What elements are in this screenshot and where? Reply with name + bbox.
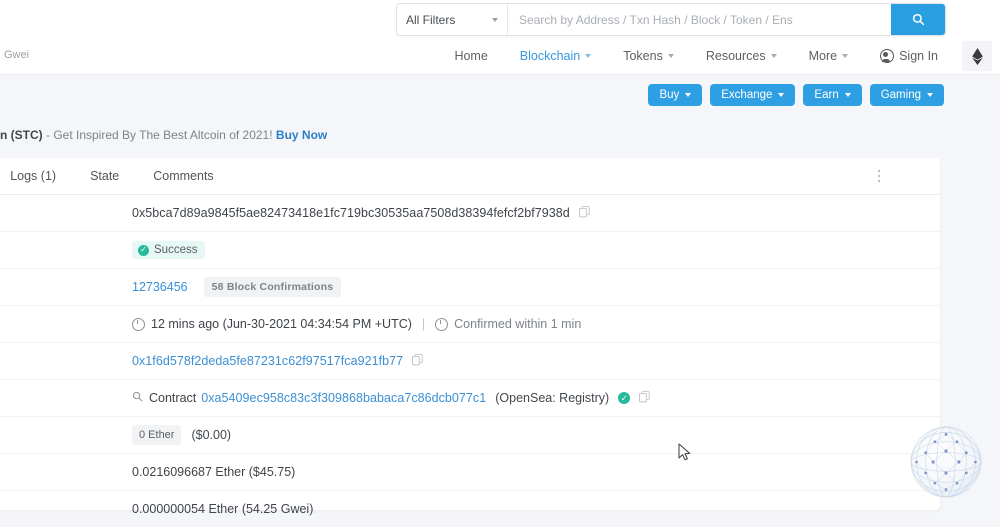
chevron-down-icon [842,54,848,58]
nav-item-sign-in[interactable]: Sign In [864,49,954,63]
from-address-link[interactable]: 0x1f6d578f2deda5fe87231c62f97517fca921fb… [132,354,403,368]
banner-buy-now-link[interactable]: Buy Now [276,128,327,142]
copy-icon[interactable] [579,206,590,221]
chevron-down-icon [668,54,674,58]
row-from: 0x1f6d578f2deda5fe87231c62f97517fca921fb… [0,343,940,380]
ethereum-logo-icon [972,48,983,65]
clock-icon [435,318,448,331]
gaming-label: Gaming [881,89,921,101]
status-label: Success [154,244,197,256]
transaction-details-card: ns Logs (1) State Comments 0x5bca7d89a98… [0,158,940,510]
tab-comments[interactable]: Comments [136,158,230,194]
status-badge: ✓ Success [132,241,205,259]
copy-icon[interactable] [639,391,650,406]
ethereum-logo-button[interactable] [962,41,992,71]
nav-item-resources[interactable]: Resources [690,49,793,63]
gaming-button[interactable]: Gaming [870,84,944,106]
block-number-link[interactable]: 12736456 [132,280,188,294]
gwei-price-label: Gwei [4,49,29,61]
more-options-icon[interactable] [870,166,888,186]
value-usd: ($0.00) [191,428,231,442]
banner-text: - Get Inspired By The Best Altcoin of 20… [43,128,273,142]
nav-label: Sign In [899,49,938,63]
chevron-down-icon [685,93,691,97]
all-filters-label: All Filters [406,13,455,27]
chevron-down-icon [585,54,591,58]
earn-label: Earn [814,89,838,101]
row-timestamp: 12 mins ago (Jun-30-2021 04:34:54 PM +UT… [0,306,940,343]
nav-label: Tokens [623,49,663,63]
nav-item-more[interactable]: More [793,49,864,63]
row-interacted-with: Contract 0xa5409ec958c83c3f309868babaca7… [0,380,940,417]
top-search-bar: All Filters [0,0,1000,38]
nav-items: Home Blockchain Tokens Resources More Si… [438,38,992,74]
contract-name-label: (OpenSea: Registry) [495,391,609,405]
chevron-down-icon [845,93,851,97]
row-value: 0 Ether ($0.00) [0,417,940,454]
row-status: ✓ Success [0,232,940,269]
divider: | [422,317,425,331]
verified-check-icon: ✓ [618,392,630,404]
buy-button[interactable]: Buy [648,84,702,106]
chevron-down-icon [927,93,933,97]
clock-icon [132,318,145,331]
contract-address-link[interactable]: 0xa5409ec958c83c3f309868babaca7c86dcb077… [201,391,486,405]
buy-label: Buy [659,89,679,101]
user-account-icon [880,49,894,63]
promo-button-row: Buy Exchange Earn Gaming [648,84,944,106]
earn-button[interactable]: Earn [803,84,861,106]
magnifier-icon [132,391,143,405]
copy-icon[interactable] [412,354,423,369]
nav-item-blockchain[interactable]: Blockchain [504,49,607,63]
nav-label: More [809,49,837,63]
all-filters-dropdown[interactable]: All Filters [397,4,508,35]
search-bar: All Filters [396,3,946,36]
transaction-hash-value: 0x5bca7d89a9845f5ae82473418e1fc719bc3053… [132,206,570,220]
tab-bar: ns Logs (1) State Comments [0,158,940,195]
block-confirmations-badge: 58 Block Confirmations [204,277,342,297]
confirmed-within-value: Confirmed within 1 min [454,317,581,331]
search-icon [912,13,925,26]
chevron-down-icon [492,18,498,22]
main-navigation: Gwei Home Blockchain Tokens Resources Mo… [0,38,1000,75]
row-block: 12736456 58 Block Confirmations [0,269,940,306]
search-button[interactable] [891,4,945,35]
chevron-down-icon [771,54,777,58]
promo-banner[interactable]: n (STC) - Get Inspired By The Best Altco… [0,128,1000,142]
nav-item-home[interactable]: Home [438,49,503,63]
nav-label: Blockchain [520,49,580,63]
exchange-button[interactable]: Exchange [710,84,795,106]
row-gas-price: 0.000000054 Ether (54.25 Gwei) [0,491,940,527]
timestamp-value: 12 mins ago (Jun-30-2021 04:34:54 PM +UT… [151,317,412,331]
check-circle-icon: ✓ [138,245,149,256]
row-transaction-fee: 0.0216096687 Ether ($45.75) [0,454,940,491]
nav-label: Resources [706,49,766,63]
search-input[interactable] [508,4,891,35]
contract-prefix-label: Contract [149,391,196,405]
gas-price-value: 0.000000054 Ether (54.25 Gwei) [132,502,313,516]
nav-label: Home [454,49,487,63]
nav-item-tokens[interactable]: Tokens [607,49,690,63]
value-ether-badge: 0 Ether [132,425,181,445]
transaction-fee-value: 0.0216096687 Ether ($45.75) [132,465,295,479]
exchange-label: Exchange [721,89,772,101]
tab-state[interactable]: State [73,158,136,194]
banner-prefix: n (STC) [0,128,43,142]
tab-logs[interactable]: Logs (1) [0,158,73,194]
chevron-down-icon [778,93,784,97]
detail-rows: 0x5bca7d89a9845f5ae82473418e1fc719bc3053… [0,195,940,527]
row-transaction-hash: 0x5bca7d89a9845f5ae82473418e1fc719bc3053… [0,195,940,232]
